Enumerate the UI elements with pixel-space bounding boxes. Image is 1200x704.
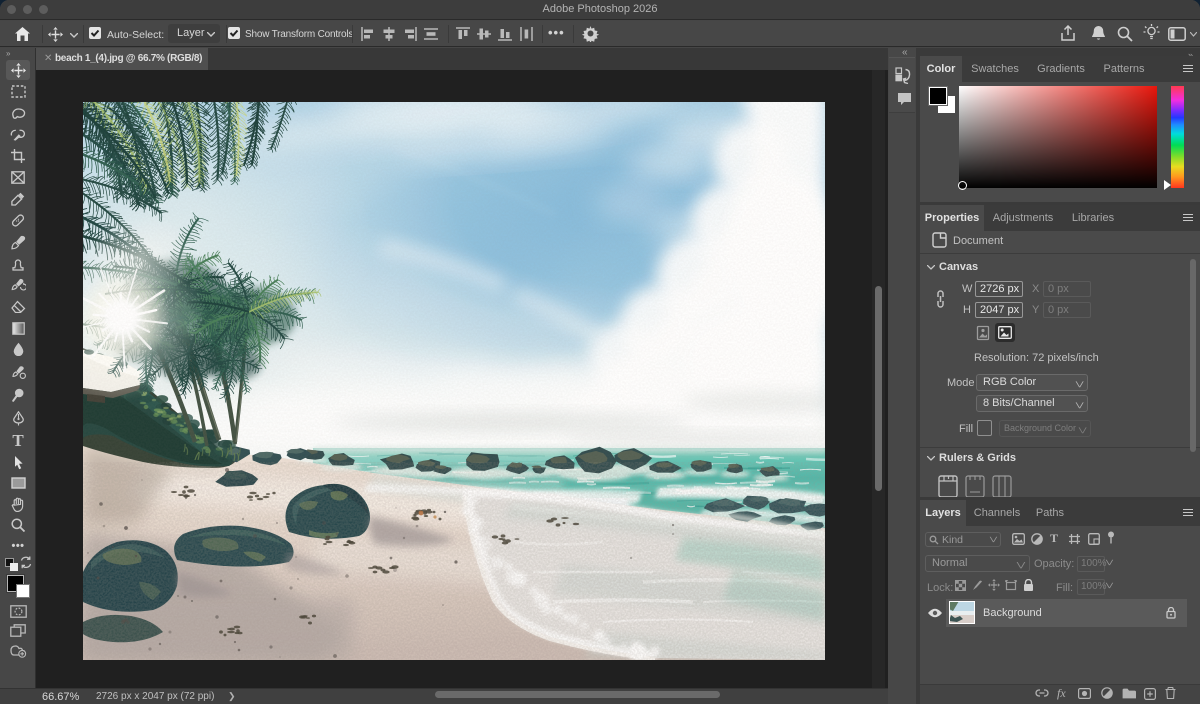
svg-text:T: T	[12, 432, 24, 448]
